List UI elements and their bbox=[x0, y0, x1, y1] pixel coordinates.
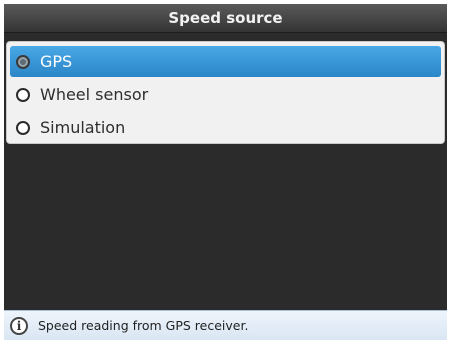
dialog-title: Speed source bbox=[4, 4, 447, 33]
info-icon: i bbox=[10, 316, 28, 335]
option-label: Wheel sensor bbox=[40, 85, 149, 104]
option-label: Simulation bbox=[40, 118, 126, 137]
radio-icon[interactable] bbox=[16, 120, 30, 135]
option-gps[interactable]: GPS bbox=[10, 46, 441, 77]
radio-selected-icon[interactable] bbox=[16, 54, 30, 69]
option-simulation[interactable]: Simulation bbox=[10, 112, 441, 143]
status-bar: i Speed reading from GPS receiver. bbox=[4, 310, 447, 340]
speed-source-dialog: Speed source GPS Wheel sensor Simulation… bbox=[4, 4, 447, 340]
option-label: GPS bbox=[40, 52, 73, 71]
option-wheel-sensor[interactable]: Wheel sensor bbox=[10, 79, 441, 110]
status-text: Speed reading from GPS receiver. bbox=[38, 318, 249, 333]
radio-icon[interactable] bbox=[16, 87, 30, 102]
speed-source-list: GPS Wheel sensor Simulation bbox=[6, 41, 445, 144]
